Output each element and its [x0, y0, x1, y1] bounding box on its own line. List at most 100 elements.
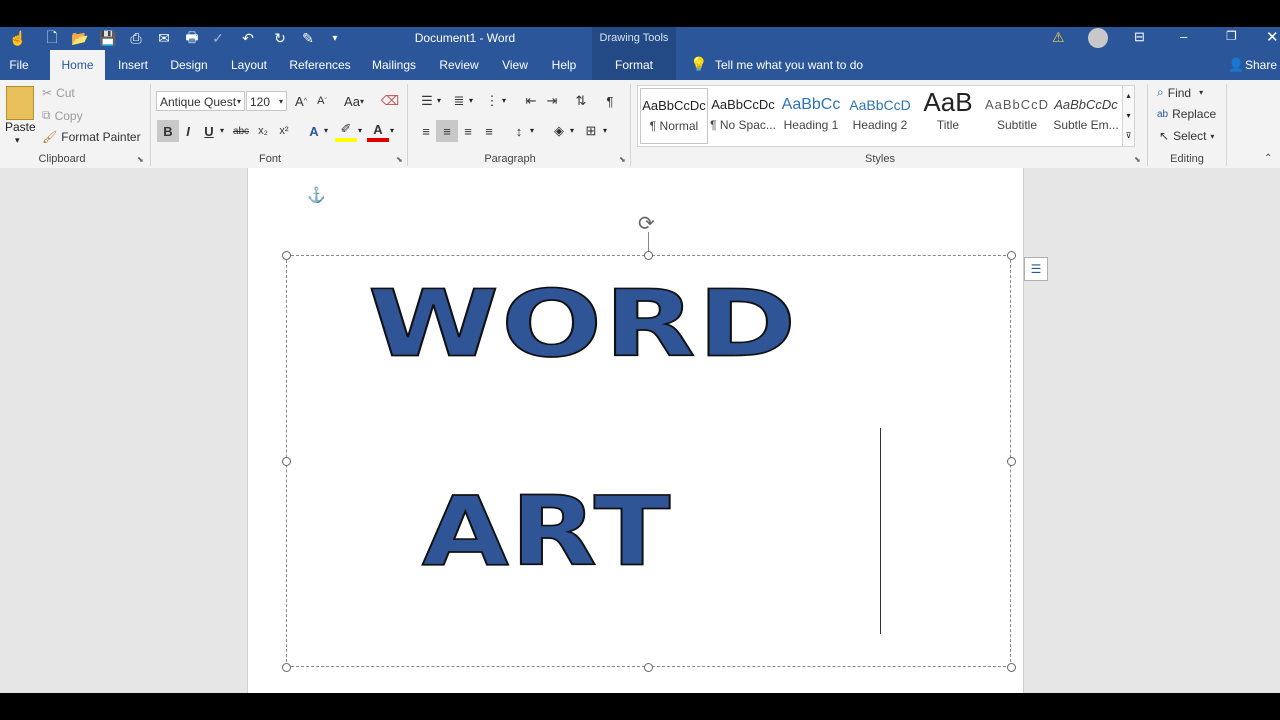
align-center-icon[interactable]: ≡ — [436, 120, 458, 142]
styles-launcher-icon[interactable]: ⬊ — [1134, 155, 1141, 164]
share-icon[interactable]: 👤 — [1228, 57, 1244, 73]
tab-view[interactable]: View — [496, 50, 534, 80]
touch-mode-icon[interactable]: ☝ — [8, 27, 28, 50]
resize-handle[interactable] — [644, 251, 653, 260]
chevron-down-icon[interactable]: ▾ — [220, 126, 224, 135]
tab-layout[interactable]: Layout — [226, 50, 272, 80]
paste-dropdown-icon[interactable]: ▾ — [15, 135, 20, 146]
strikethrough-button[interactable]: abc — [230, 120, 252, 142]
chevron-down-icon[interactable]: ▾ — [437, 96, 441, 105]
font-color-icon[interactable]: A — [367, 120, 389, 142]
line-spacing-icon[interactable]: ↕ — [508, 120, 530, 142]
more-styles-icon[interactable]: ⊽ — [1123, 126, 1134, 146]
new-doc-icon[interactable]: 🗋 — [42, 27, 62, 50]
tab-mailings[interactable]: Mailings — [366, 50, 422, 80]
shrink-font-icon[interactable]: Aˇ — [311, 90, 333, 112]
bold-button[interactable]: B — [157, 120, 179, 142]
resize-handle[interactable] — [282, 457, 291, 466]
spellcheck-icon[interactable]: ✓ — [208, 27, 228, 50]
layout-options-icon[interactable]: ☰ — [1024, 257, 1048, 281]
undo-icon[interactable]: ↶ — [238, 27, 258, 50]
styles-scroll[interactable]: ▴ ▾ ⊽ — [1122, 85, 1135, 147]
user-avatar[interactable] — [1088, 28, 1108, 48]
clear-formatting-icon[interactable]: ⌫ — [379, 90, 401, 112]
font-name-dropdown[interactable]: Antique Quest ▾ — [156, 91, 245, 111]
style-subtle-emphasis[interactable]: AaBbCcDc Subtle Em... — [1052, 88, 1120, 144]
tab-file[interactable]: File — [0, 50, 38, 80]
resize-handle[interactable] — [1007, 663, 1016, 672]
cut-button[interactable]: ✂ Cut — [42, 86, 75, 100]
align-left-icon[interactable]: ≡ — [415, 120, 437, 142]
print-preview-icon[interactable]: ⎙ — [126, 27, 146, 50]
style-heading-1[interactable]: AaBbCc Heading 1 — [777, 88, 845, 144]
tell-me-box[interactable]: Tell me what you want to do — [715, 50, 863, 80]
style-heading-2[interactable]: AaBbCcD Heading 2 — [846, 88, 914, 144]
restore-icon[interactable]: ❐ — [1226, 29, 1237, 43]
email-icon[interactable]: ✉ — [154, 27, 174, 50]
numbering-icon[interactable]: ≣ — [448, 90, 470, 112]
scroll-up-icon[interactable]: ▴ — [1123, 86, 1134, 106]
tab-review[interactable]: Review — [436, 50, 482, 80]
change-case-button[interactable]: Aa ▾ — [340, 90, 368, 112]
close-icon[interactable]: ✕ — [1266, 28, 1279, 46]
chevron-down-icon[interactable]: ▾ — [570, 126, 574, 135]
replace-button[interactable]: ab Replace — [1157, 107, 1216, 121]
grow-font-icon[interactable]: A ^ — [290, 90, 312, 112]
multilevel-list-icon[interactable]: ⋮ — [481, 90, 503, 112]
subscript-button[interactable]: x₂ — [252, 120, 274, 142]
tab-help[interactable]: Help — [546, 50, 582, 80]
style-subtitle[interactable]: AaBbCcD Subtitle — [983, 88, 1051, 144]
superscript-button[interactable]: x² — [273, 120, 295, 142]
align-right-icon[interactable]: ≡ — [457, 120, 479, 142]
warning-icon[interactable]: ⚠ — [1052, 29, 1065, 46]
italic-button[interactable]: I — [177, 120, 199, 142]
borders-icon[interactable]: ⊞ — [580, 120, 602, 142]
decrease-indent-icon[interactable]: ⇤ — [520, 90, 542, 112]
resize-handle[interactable] — [282, 251, 291, 260]
redo-icon[interactable]: ↻ — [270, 27, 290, 50]
chevron-down-icon[interactable]: ▾ — [502, 96, 506, 105]
justify-icon[interactable]: ≡ — [478, 120, 500, 142]
minimize-icon[interactable]: – — [1180, 29, 1187, 44]
chevron-down-icon[interactable]: ▾ — [530, 126, 534, 135]
tab-references[interactable]: References — [286, 50, 354, 80]
scroll-down-icon[interactable]: ▾ — [1123, 106, 1134, 126]
highlight-icon[interactable]: ✐ — [335, 120, 357, 142]
chevron-down-icon[interactable]: ▾ — [324, 126, 328, 135]
wordart-line-2[interactable]: ART — [421, 476, 672, 588]
resize-handle[interactable] — [282, 663, 291, 672]
style-normal[interactable]: AaBbCcDc ¶ Normal — [640, 88, 708, 144]
paragraph-launcher-icon[interactable]: ⬊ — [619, 155, 626, 164]
rotate-handle-icon[interactable]: ⟳ — [638, 211, 655, 236]
paste-button[interactable]: Paste — [5, 120, 36, 134]
resize-handle[interactable] — [1007, 251, 1016, 260]
style-title[interactable]: AaB Title — [914, 88, 982, 144]
chevron-down-icon[interactable]: ▾ — [603, 126, 607, 135]
tab-insert[interactable]: Insert — [112, 50, 154, 80]
chevron-down-icon[interactable]: ▾ — [469, 96, 473, 105]
chevron-down-icon[interactable]: ▾ — [358, 126, 362, 135]
save-icon[interactable]: 💾 — [98, 27, 118, 50]
sort-icon[interactable]: ⇅ — [570, 90, 592, 112]
font-launcher-icon[interactable]: ⬊ — [396, 155, 403, 164]
style-no-spacing[interactable]: AaBbCcDc ¶ No Spac... — [709, 88, 777, 144]
tab-home[interactable]: Home — [50, 50, 105, 80]
shading-icon[interactable]: ◈ — [548, 120, 570, 142]
format-painter-button[interactable]: 🖌 Format Painter — [42, 130, 141, 144]
chevron-down-icon[interactable]: ▾ — [390, 126, 394, 135]
bullets-icon[interactable]: ☰ — [416, 90, 438, 112]
collapse-ribbon-icon[interactable]: ⌃ — [1264, 153, 1272, 164]
open-icon[interactable]: 📂 — [70, 27, 90, 50]
text-effects-icon[interactable]: A — [303, 120, 325, 142]
show-formatting-icon[interactable]: ¶ — [599, 90, 621, 112]
resize-handle[interactable] — [1007, 457, 1016, 466]
ribbon-display-icon[interactable]: ⊟ — [1134, 29, 1145, 45]
paste-icon[interactable] — [6, 86, 34, 120]
select-button[interactable]: ↖ Select ▾ — [1159, 129, 1214, 143]
underline-button[interactable]: U — [198, 120, 220, 142]
copy-button[interactable]: ⧉ Copy — [42, 108, 83, 123]
tab-format[interactable]: Format — [592, 50, 676, 80]
clipboard-launcher-icon[interactable]: ⬊ — [137, 155, 144, 164]
increase-indent-icon[interactable]: ⇥ — [541, 90, 563, 112]
find-button[interactable]: ⌕ Find ▾ — [1157, 85, 1203, 100]
